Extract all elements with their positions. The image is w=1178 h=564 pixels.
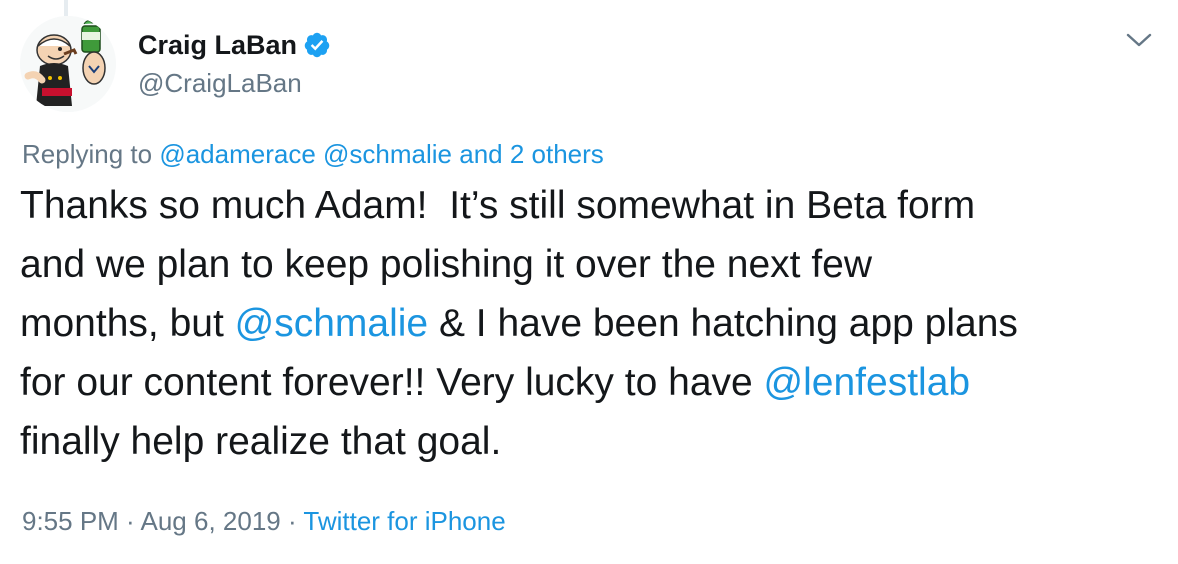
meta-separator: ·: [118, 506, 141, 536]
tweet-date[interactable]: Aug 6, 2019: [141, 506, 281, 536]
author-handle[interactable]: @CraigLaBan: [138, 68, 302, 98]
others-link[interactable]: and 2 others: [459, 139, 604, 169]
replying-to-line: Replying to @adamerace @schmalie and 2 o…: [22, 138, 604, 170]
author-display-name[interactable]: Craig LaBan: [138, 30, 297, 60]
thread-connector-line: [64, 0, 68, 16]
author-name-row[interactable]: Craig LaBan: [138, 30, 331, 60]
popeye-avatar-icon: [20, 16, 116, 112]
chevron-down-icon[interactable]: [1124, 28, 1154, 52]
tweet-time[interactable]: 9:55 PM: [22, 506, 119, 536]
mention-link-schmalie-body[interactable]: @schmalie: [235, 302, 428, 345]
tweet-text-segment: finally help realize that goal.: [20, 420, 502, 463]
replying-to-prefix: Replying to: [22, 139, 160, 169]
mention-link-adamerace[interactable]: @adamerace: [159, 139, 315, 169]
tweet-text: Thanks so much Adam! It’s still somewhat…: [20, 176, 1140, 471]
avatar[interactable]: [20, 16, 116, 112]
verified-badge-icon: [303, 31, 331, 59]
mention-link-lenfestlab[interactable]: @lenfestlab: [764, 361, 971, 404]
tweet-meta: 9:55 PM · Aug 6, 2019 · Twitter for iPho…: [22, 505, 506, 537]
tweet: Craig LaBan @CraigLaBan Replying to @ada…: [0, 0, 1178, 564]
meta-separator: ·: [280, 506, 304, 536]
tweet-source-link[interactable]: Twitter for iPhone: [303, 506, 505, 536]
mention-link-schmalie[interactable]: @schmalie: [323, 139, 452, 169]
